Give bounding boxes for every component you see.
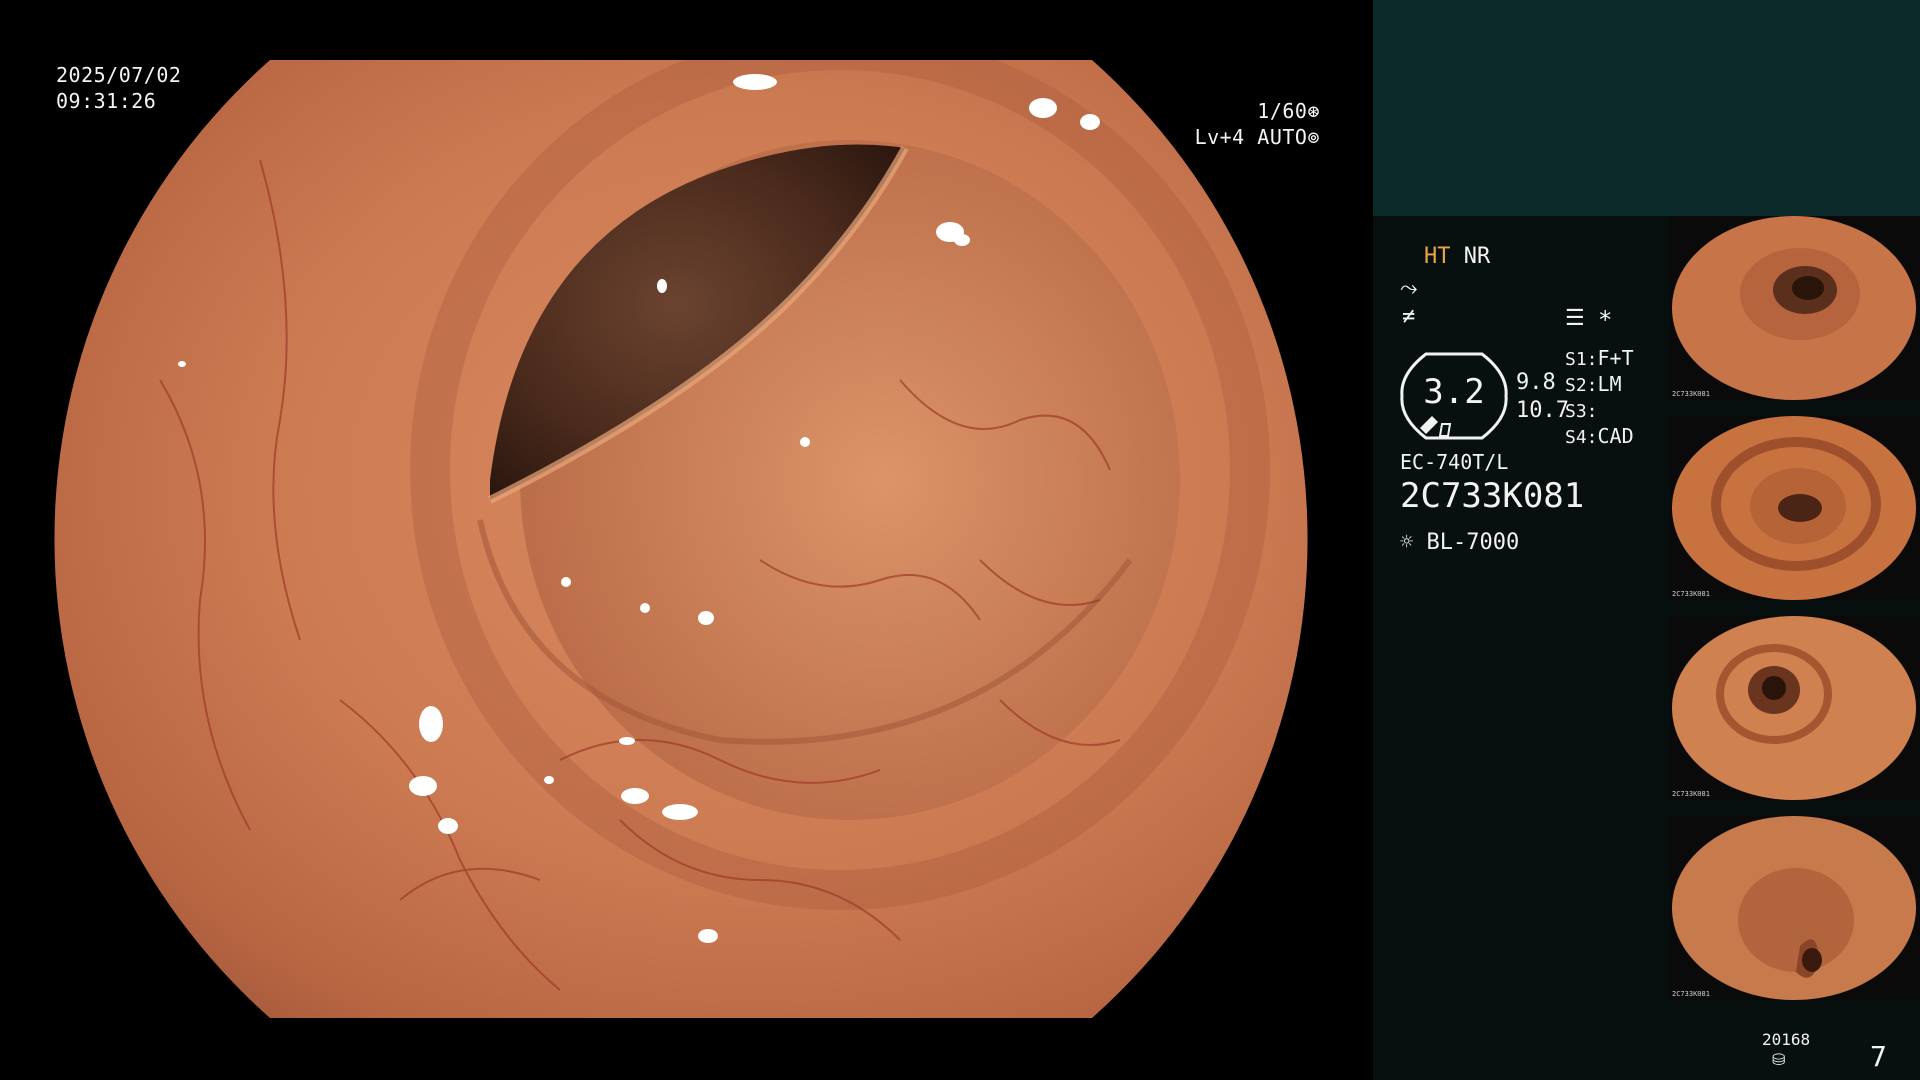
zoom-value: 3.2: [1423, 372, 1485, 412]
scope-serial: 2C733K081: [1400, 476, 1585, 516]
thumbnail-caption: 2C733K081: [1672, 790, 1710, 798]
thumbnail-1[interactable]: 2C733K081: [1670, 216, 1920, 400]
scope-switch-settings: S1:F+T S2:LM S3: S4:CAD: [1565, 346, 1634, 450]
mode-nr: NR: [1463, 244, 1491, 269]
endoscope-view: 2025/07/02 09:31:26 1/60⊛ Lv+4 AUTO⊚: [0, 0, 1372, 1080]
thumbnail-image: [1670, 416, 1920, 600]
exposure-level: Lv+4: [1194, 125, 1245, 149]
enhancement-icon: ⤳: [1400, 276, 1418, 301]
shutter-speed: 1/60: [1257, 99, 1308, 123]
thumbnail-3[interactable]: 2C733K081: [1670, 616, 1920, 800]
settings-list-icon: ☰: [1565, 306, 1585, 331]
filter-icon: ≠: [1402, 304, 1416, 329]
panel-header-area: [1373, 0, 1920, 216]
zoom-badge: 3.2: [1398, 350, 1510, 442]
thumbnail-4[interactable]: 2C733K081: [1670, 816, 1920, 1000]
shutter-readout: 1/60⊛: [1150, 98, 1320, 124]
thumbnail-image: [1670, 616, 1920, 800]
switch-setting-s3: S3:: [1565, 401, 1598, 422]
storage-icon: ⛁: [1772, 1050, 1786, 1069]
zoom-scale-bottom: 10.7: [1516, 398, 1569, 423]
storage-count: 20168: [1762, 1030, 1811, 1049]
shutter-icon: ⊛: [1307, 99, 1320, 123]
light-source-icon: ☼: [1400, 530, 1414, 555]
iris-icon: ⊚: [1307, 125, 1320, 149]
thumbnail-2[interactable]: 2C733K081: [1670, 416, 1920, 600]
endoscope-image: [54, 60, 1308, 1018]
exposure-readout: Lv+4 AUTO⊚: [1150, 124, 1320, 150]
mode-ht: HT: [1424, 244, 1451, 269]
exam-time: 09:31:26: [56, 89, 157, 113]
switch-setting-s2: S2:LM: [1565, 372, 1622, 396]
thumbnail-caption: 2C733K081: [1672, 990, 1710, 998]
mode-indicators: HT NR: [1424, 244, 1490, 269]
light-source: ☼ BL-7000: [1400, 530, 1519, 555]
image-count: 7: [1870, 1040, 1887, 1073]
thumbnail-caption: 2C733K081: [1672, 590, 1710, 598]
switch-setting-s1: S1:F+T: [1565, 346, 1634, 370]
thumbnail-image: [1670, 816, 1920, 1000]
thumbnail-caption: 2C733K081: [1672, 390, 1710, 398]
switch-setting-s4: S4:CAD: [1565, 424, 1634, 448]
exam-date: 2025/07/02: [56, 63, 182, 87]
thumbnail-image: [1670, 216, 1920, 400]
asterisk-indicator: *: [1598, 306, 1613, 334]
iris-mode: AUTO: [1257, 125, 1308, 149]
scope-model: EC-740T/L: [1400, 450, 1509, 474]
zoom-scale-top: 9.8: [1516, 370, 1556, 395]
light-source-model: BL-7000: [1426, 530, 1520, 555]
